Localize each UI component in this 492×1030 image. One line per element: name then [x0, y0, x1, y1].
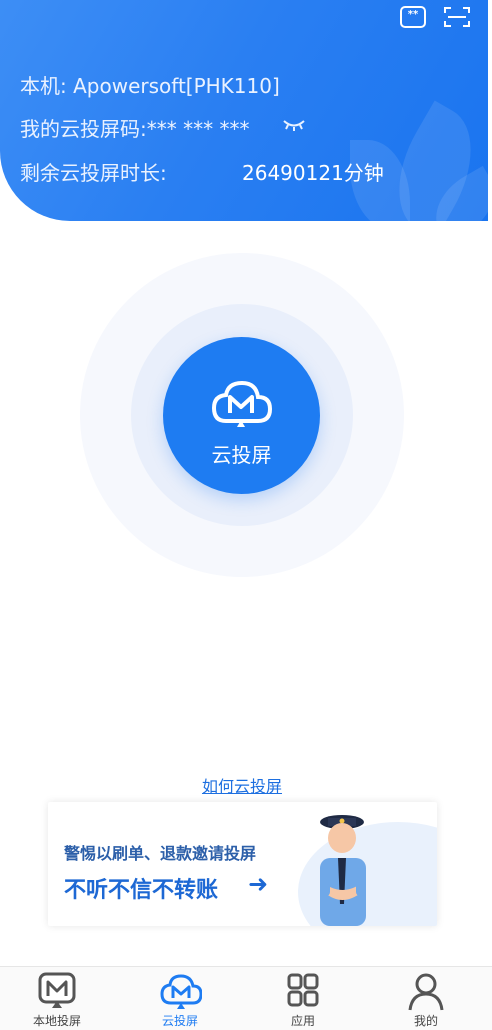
banner-line2: 不听不信不转账	[64, 878, 219, 903]
tab-label: 我的	[413, 1014, 438, 1028]
qr-code-icon[interactable]: **	[400, 6, 426, 28]
fraud-warning-banner[interactable]: 警惕以刷单、退款邀请投屏 不听不信不转账 ➜	[48, 802, 437, 926]
tab-cloud-cast[interactable]: 云投屏	[135, 967, 225, 1030]
remaining-label: 剩余云投屏时长:	[20, 161, 167, 185]
scan-icon[interactable]	[444, 6, 470, 28]
bottom-tab-bar: 本地投屏 云投屏 应用 我的	[0, 966, 492, 1030]
profile-icon	[406, 972, 446, 1016]
arrow-right-icon: ➜	[248, 870, 269, 898]
device-name: 本机: Apowersoft[PHK110]	[20, 74, 280, 98]
cloud-cast-icon	[160, 972, 203, 1014]
cloud-cast-button[interactable]: 云投屏	[163, 337, 320, 494]
howto-link[interactable]: 如何云投屏	[0, 773, 484, 797]
banner-line1: 警惕以刷单、退款邀请投屏	[64, 844, 257, 863]
cast-code: 我的云投屏码:*** *** ***	[20, 117, 250, 141]
tab-label: 应用	[290, 1014, 315, 1028]
header-panel: ** 本机: Apowersoft[PHK110] 我的云投屏码:*** ***…	[0, 0, 488, 221]
tab-label: 本地投屏	[32, 1014, 81, 1028]
tab-apps[interactable]: 应用	[258, 967, 348, 1030]
cloud-m-icon	[210, 377, 273, 433]
police-officer-illustration	[298, 808, 398, 926]
tab-local-cast[interactable]: 本地投屏	[12, 967, 102, 1030]
local-cast-icon	[37, 972, 77, 1014]
tab-profile[interactable]: 我的	[381, 967, 471, 1030]
remaining-value: 26490121分钟	[242, 161, 384, 185]
tab-label: 云投屏	[161, 1014, 198, 1028]
cloud-cast-label: 云投屏	[211, 443, 272, 467]
apps-grid-icon	[283, 972, 323, 1014]
eye-closed-icon[interactable]	[282, 117, 306, 136]
